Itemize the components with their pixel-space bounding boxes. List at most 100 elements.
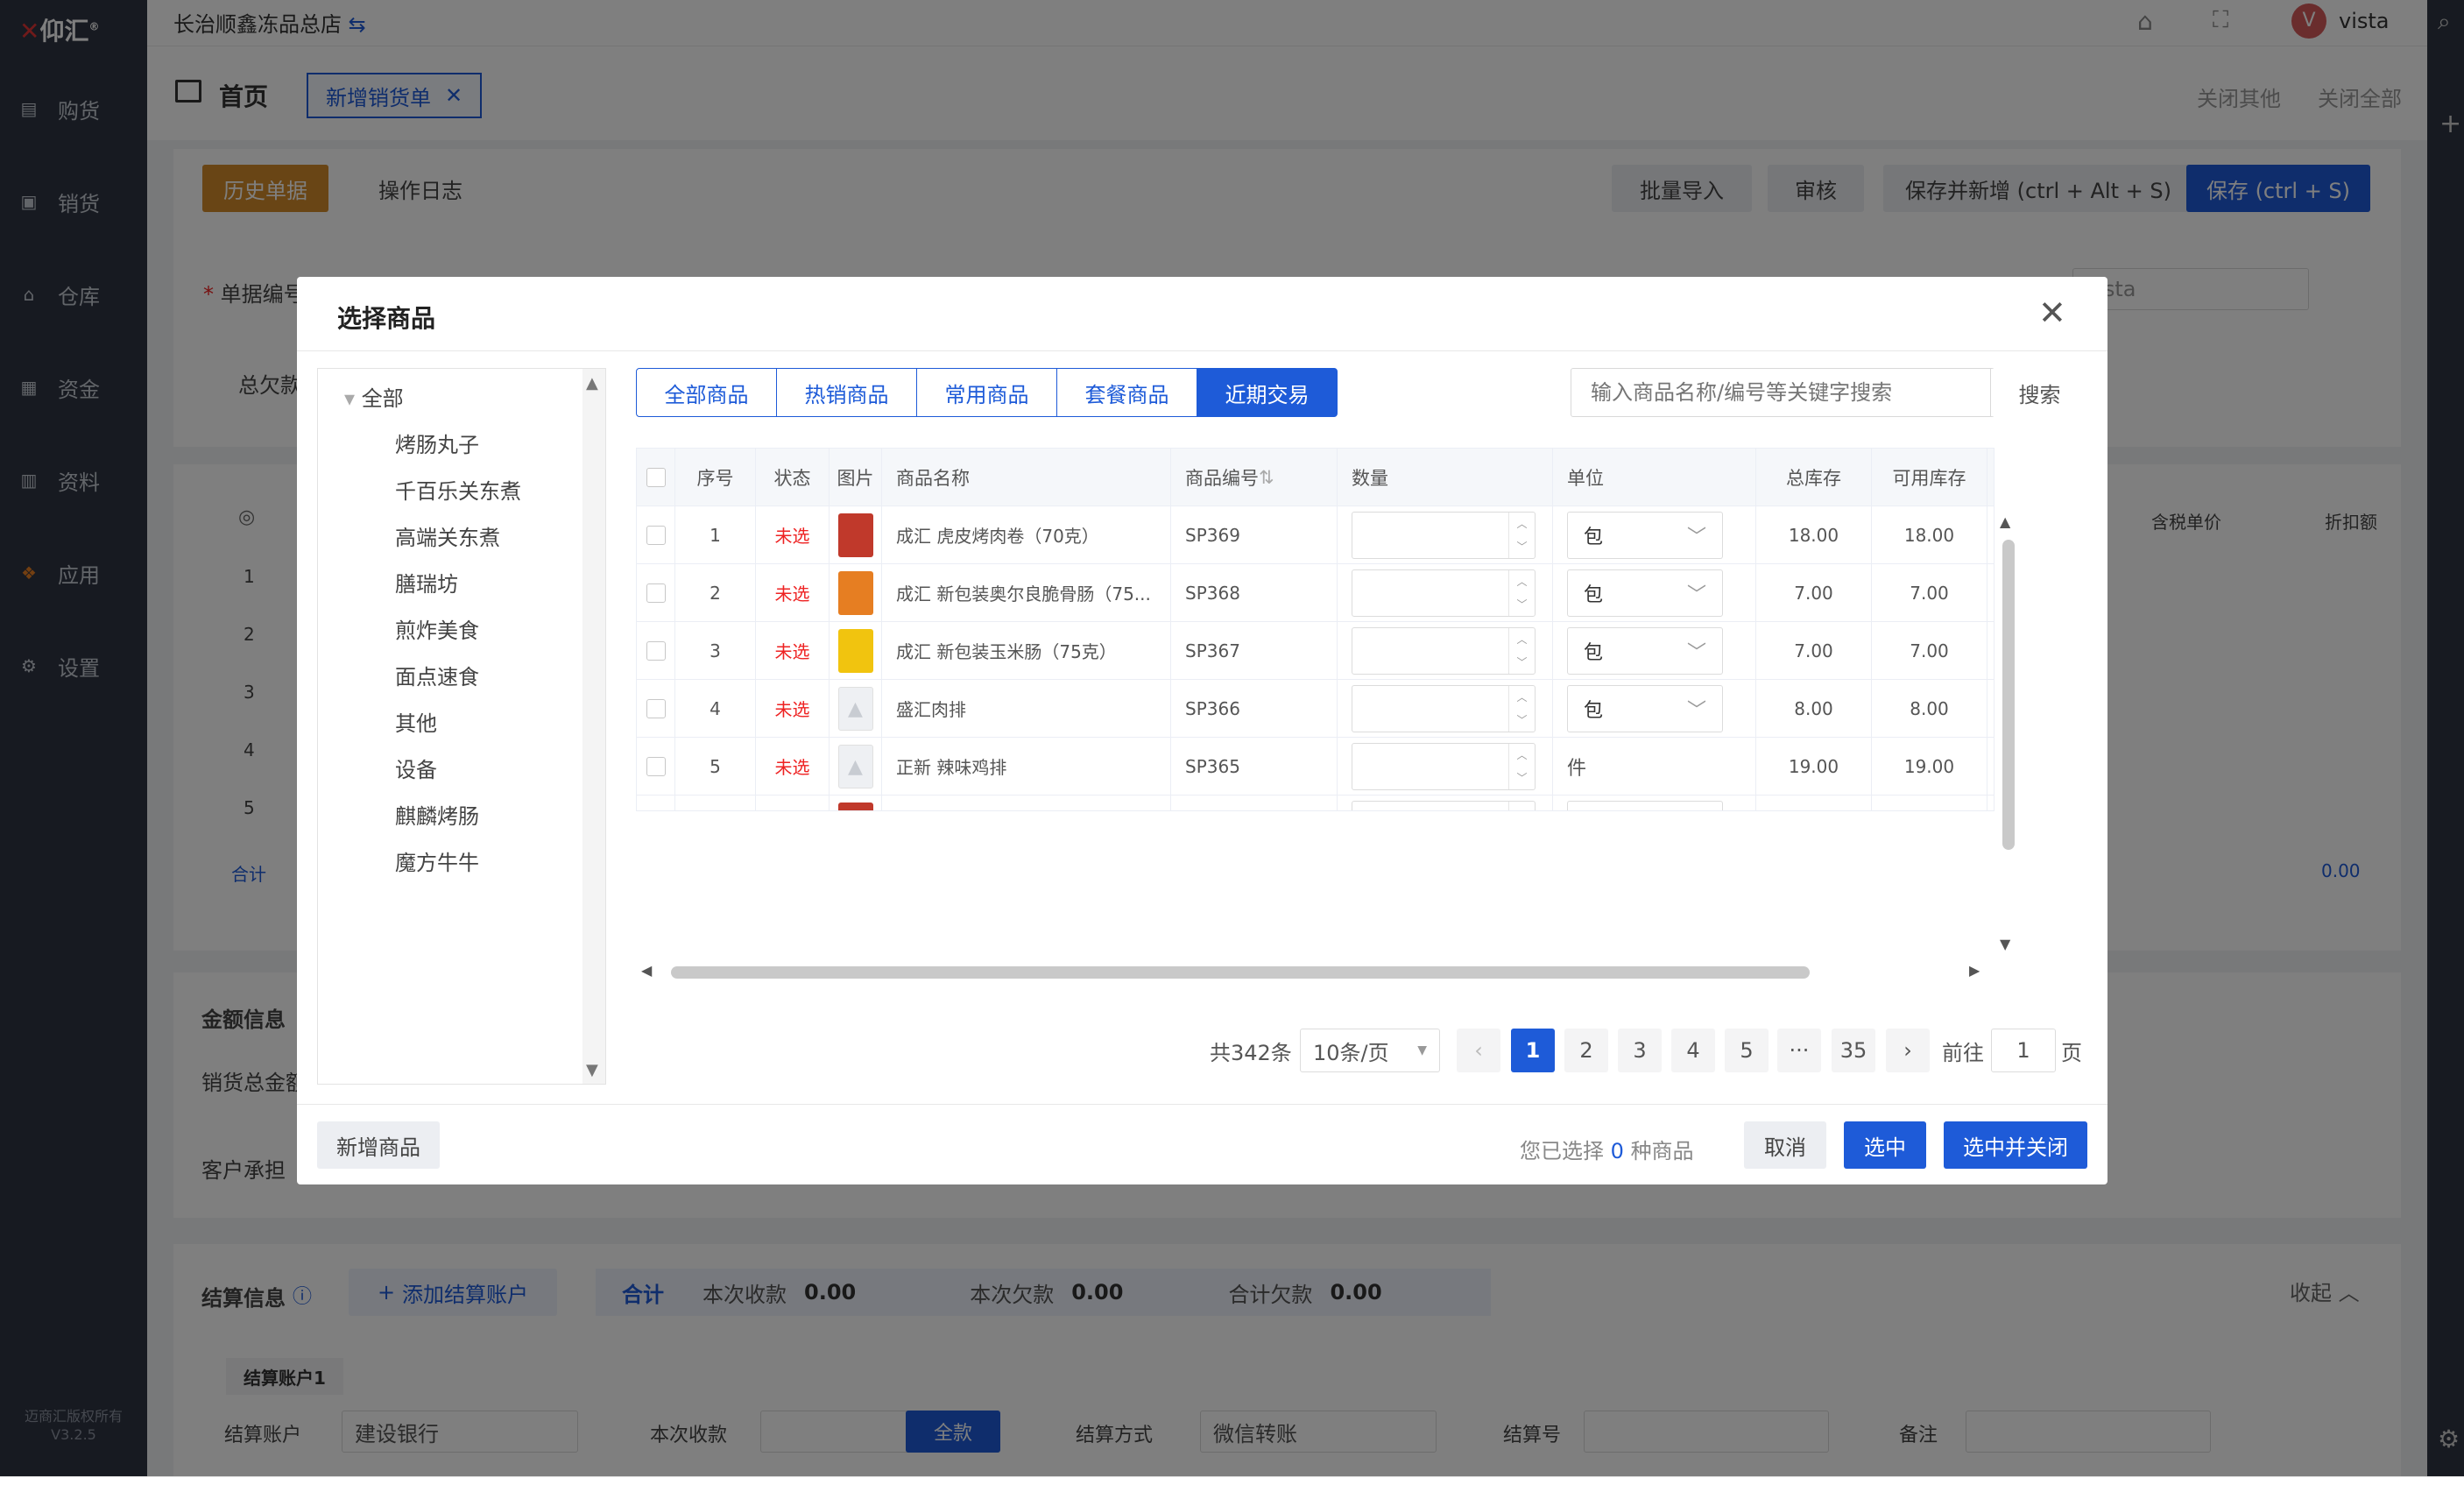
tree-item[interactable]: 面点速食 [395,660,479,690]
quantity-input[interactable]: ︿﹀ [1352,511,1536,559]
tab-category-4[interactable]: 近期交易 [1197,368,1338,417]
search-input[interactable] [1571,369,1987,416]
table-hscroll[interactable]: ◀ ▶ [636,960,2020,983]
row-product-name: 盛汇肉排 [882,680,1171,738]
goto-input[interactable]: 1 [1991,1029,2056,1072]
unit-select[interactable]: 包 ﹀ [1567,569,1723,617]
column-header: 状态 [756,449,830,506]
checkbox[interactable] [646,467,666,487]
page-5[interactable]: 5 [1725,1029,1769,1072]
column-header-label: 数量 [1352,467,1388,489]
available-stock-text: 7.00 [1910,582,1949,604]
stepper-icon[interactable]: ︿﹀ [1508,512,1535,558]
tree-item[interactable]: 膳瑞坊 [395,567,458,598]
unit-select[interactable]: 包 ﹀ [1567,511,1723,559]
row-available-stock: 7.00 [1872,564,1987,622]
page-3[interactable]: 3 [1618,1029,1662,1072]
row-status: 未选 [756,622,830,680]
page-last[interactable]: 35 [1832,1029,1875,1072]
status-text: 未选 [774,641,810,662]
new-product-button[interactable]: 新增商品 [317,1121,440,1169]
tree-item[interactable]: 煎炸美食 [395,613,479,644]
scroll-down-icon[interactable]: ▼ [2000,936,2010,952]
stepper-icon[interactable]: ︿﹀ [1508,743,1535,789]
quantity-input[interactable]: ︿﹀ [1352,569,1536,617]
page-1[interactable]: 1 [1511,1029,1555,1072]
checkbox[interactable] [646,756,666,776]
column-header: 总库存 [1756,449,1872,506]
search-button[interactable]: 搜索 [1990,369,2088,416]
next-page-icon[interactable]: › [1886,1029,1930,1072]
vscroll-thumb[interactable] [2002,540,2015,850]
column-header: 可用库存 [1872,449,1987,506]
column-header: 商品名称 [882,449,1171,506]
unit-select[interactable]: 包 ﹀ [1567,626,1723,675]
stepper-icon[interactable]: ︿﹀ [1508,801,1535,810]
quantity-input[interactable]: ︿﹀ [1352,684,1536,732]
hscroll-thumb[interactable] [671,966,1810,979]
quantity-input[interactable]: ︿﹀ [1352,626,1536,675]
more-pages[interactable]: ··· [1777,1029,1821,1072]
row-number-text: 5 [710,755,721,777]
select-button[interactable]: 选中 [1844,1121,1926,1169]
quantity-input[interactable]: ︿﹀ [1352,742,1536,790]
tab-category-2[interactable]: 常用商品 [916,368,1057,417]
checkbox[interactable] [646,698,666,718]
total-stock-text: 7.00 [1794,582,1833,604]
sort-icon[interactable]: ⇅ [1259,467,1274,488]
row-total-stock: 1.00 [1756,795,1872,810]
select-all-checkbox[interactable] [637,449,675,506]
tree-item[interactable]: 烤肠丸子 [395,428,479,458]
row-checkbox-cell[interactable] [637,795,675,810]
checkbox[interactable] [646,525,666,545]
scroll-right-icon[interactable]: ▶ [1969,962,1980,979]
row-checkbox-cell[interactable] [637,564,675,622]
scroll-up-icon[interactable]: ▲ [2000,513,2010,530]
quantity-input[interactable]: ︿﹀ [1352,800,1536,810]
scroll-left-icon[interactable]: ◀ [641,962,652,979]
chevron-down-icon: ﹀ [1686,526,1706,548]
row-checkbox-cell[interactable] [637,738,675,795]
product-thumbnail [837,628,873,673]
tree-item[interactable]: 其他 [395,706,437,737]
stepper-icon[interactable]: ︿﹀ [1508,685,1535,732]
tree-item[interactable]: 魔方牛牛 [395,845,479,876]
column-header: 序号 [675,449,756,506]
row-unit-cell: 包 ﹀ [1553,564,1756,622]
scroll-down-icon[interactable]: ▼ [586,1061,598,1079]
row-status: 未选 [756,795,830,810]
tree-item[interactable]: 设备 [395,753,437,783]
page-size-select[interactable]: 10条/页 ▼ [1300,1029,1440,1072]
page-2[interactable]: 2 [1564,1029,1608,1072]
goto-label: 前往 [1942,1040,1984,1065]
row-checkbox-cell[interactable] [637,622,675,680]
close-icon[interactable]: ✕ [2038,296,2066,329]
row-image-cell [830,564,882,622]
row-checkbox-cell[interactable] [637,680,675,738]
select-close-button[interactable]: 选中并关闭 [1944,1121,2087,1169]
row-number-text: 1 [710,524,721,546]
prev-page-icon[interactable]: ‹ [1457,1029,1500,1072]
row-checkbox-cell[interactable] [637,506,675,564]
checkbox[interactable] [646,640,666,661]
page-4[interactable]: 4 [1671,1029,1715,1072]
cancel-button[interactable]: 取消 [1744,1121,1826,1169]
stepper-icon[interactable]: ︿﹀ [1508,627,1535,674]
tab-category-1[interactable]: 热销商品 [776,368,917,417]
column-header[interactable]: 商品编号 ⇅ [1171,449,1338,506]
tree-item[interactable]: 麒麟烤肠 [395,799,479,830]
stepper-icon[interactable]: ︿﹀ [1508,569,1535,616]
tree-item[interactable]: 千百乐关东煮 [395,474,521,505]
selected-count-text: 您已选择 0 种商品 [1520,1139,1694,1163]
search-box: 搜索 [1571,368,2088,417]
tab-category-3[interactable]: 套餐商品 [1056,368,1197,417]
unit-select[interactable]: 件 (10包) ﹀ [1567,800,1723,810]
scroll-up-icon[interactable]: ▲ [586,374,598,392]
tree-item[interactable]: 高端关东煮 [395,520,500,551]
tree-scrollbar[interactable] [582,369,605,1084]
tree-root[interactable]: ▾ 全部 [344,381,404,412]
tab-category-0[interactable]: 全部商品 [636,368,777,417]
unit-select[interactable]: 包 ﹀ [1567,684,1723,732]
row-quantity-cell: ︿﹀ [1338,680,1553,738]
checkbox[interactable] [646,583,666,603]
